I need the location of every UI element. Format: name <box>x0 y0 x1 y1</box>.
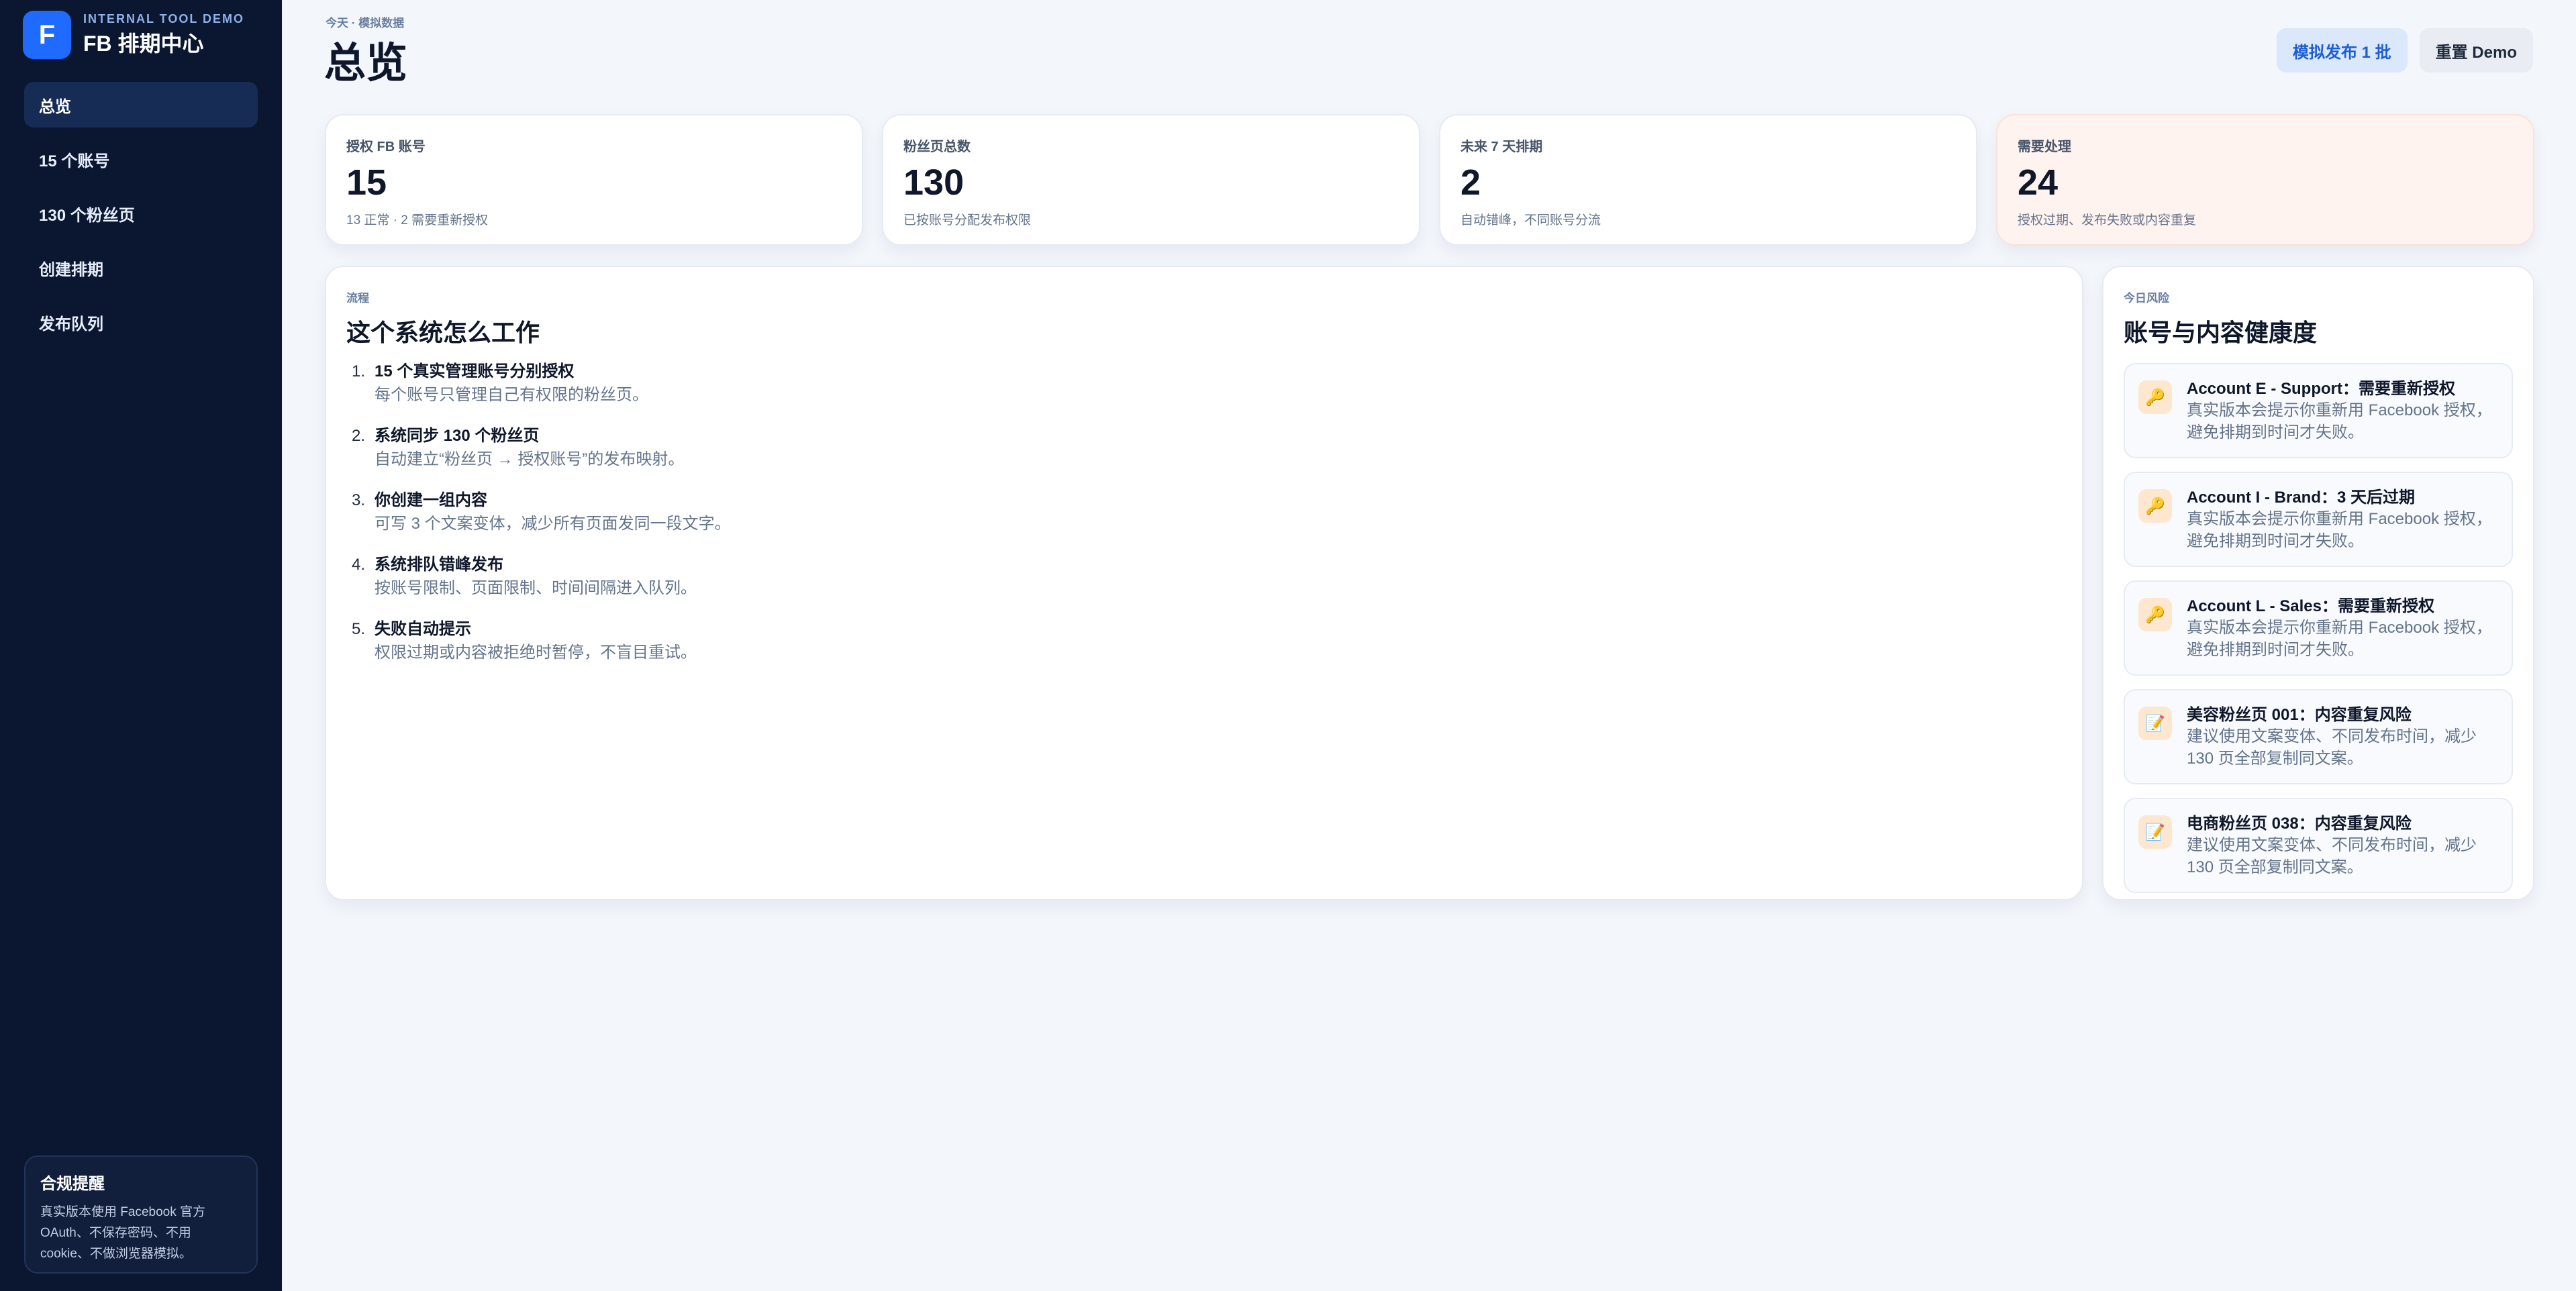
process-step: 4. 系统排队错峰发布 按账号限制、页面限制、时间间隔进入队列。 <box>346 554 2062 601</box>
risk-title: 美容粉丝页 001：内容重复风险 <box>2187 706 2412 724</box>
step-number: 1. <box>352 362 366 380</box>
step-number: 2. <box>352 427 366 445</box>
risk-title: Account E - Support：需要重新授权 <box>2187 380 2455 398</box>
sidebar: F INTERNAL TOOL DEMO FB 排期中心 总览 15 个账号 1… <box>0 0 282 1291</box>
step-number: 4. <box>352 556 366 574</box>
compliance-notice: 合规提醒 真实版本使用 Facebook 官方 OAuth、不保存密码、不用 c… <box>24 1155 258 1274</box>
step-title: 系统排队错峰发布 <box>375 556 503 574</box>
breadcrumb: 今天 · 模拟数据 <box>326 17 405 30</box>
risk-description: 建议使用文案变体、不同发布时间，减少 130 页全部复制同文案。 <box>2187 836 2477 876</box>
process-steps: 1. 15 个真实管理账号分别授权 每个账号只管理自己有权限的粉丝页。 2. 系… <box>346 360 2062 665</box>
memo-icon: 📝 <box>2138 815 2172 849</box>
stat-label: 粉丝页总数 <box>903 140 971 154</box>
header-actions: 模拟发布 1 批 重置 Demo <box>2276 28 2533 72</box>
risk-item[interactable]: 🔑 Account I - Brand：3 天后过期 真实版本会提示你重新用 F… <box>2124 472 2513 567</box>
stats-row: 授权 FB 账号 15 13 正常 · 2 需要重新授权 粉丝页总数 130 已… <box>325 114 2534 246</box>
brand: F INTERNAL TOOL DEMO FB 排期中心 <box>23 11 244 59</box>
risk-description: 真实版本会提示你重新用 Facebook 授权，避免排期到时间才失败。 <box>2187 510 2492 550</box>
stat-note: 13 正常 · 2 需要重新授权 <box>346 213 489 227</box>
stat-value: 130 <box>903 162 964 203</box>
risk-description: 真实版本会提示你重新用 Facebook 授权，避免排期到时间才失败。 <box>2187 619 2492 659</box>
memo-icon: 📝 <box>2138 707 2172 740</box>
stat-label: 授权 FB 账号 <box>346 140 426 154</box>
sidebar-nav: 总览 15 个账号 130 个粉丝页 创建排期 发布队列 <box>24 82 258 354</box>
stat-card-schedule: 未来 7 天排期 2 自动错峰，不同账号分流 <box>1439 114 1977 246</box>
brand-logo: F <box>23 11 71 59</box>
stat-card-needs-attention: 需要处理 24 授权过期、发布失败或内容重复 <box>1996 114 2534 246</box>
risk-item[interactable]: 📝 电商粉丝页 038：内容重复风险 建议使用文案变体、不同发布时间，减少 13… <box>2124 798 2513 893</box>
key-icon: 🔑 <box>2138 598 2172 631</box>
sidebar-item-overview[interactable]: 总览 <box>24 82 258 127</box>
risk-title: Account I - Brand：3 天后过期 <box>2187 488 2416 507</box>
key-icon: 🔑 <box>2138 489 2172 523</box>
process-step: 1. 15 个真实管理账号分别授权 每个账号只管理自己有权限的粉丝页。 <box>346 360 2062 407</box>
stat-label: 未来 7 天排期 <box>1460 140 1543 154</box>
process-panel: 流程 这个系统怎么工作 1. 15 个真实管理账号分别授权 每个账号只管理自己有… <box>325 266 2083 900</box>
health-panel: 今日风险 账号与内容健康度 🔑 Account E - Support：需要重新… <box>2102 266 2534 900</box>
risk-title: Account L - Sales：需要重新授权 <box>2187 597 2434 615</box>
risk-list: 🔑 Account E - Support：需要重新授权 真实版本会提示你重新用… <box>2124 363 2513 893</box>
sidebar-item-publish-queue[interactable]: 发布队列 <box>24 299 258 345</box>
stat-note: 已按账号分配发布权限 <box>903 213 1032 227</box>
reset-demo-button[interactable]: 重置 Demo <box>2419 28 2533 72</box>
risk-item[interactable]: 📝 美容粉丝页 001：内容重复风险 建议使用文案变体、不同发布时间，减少 13… <box>2124 689 2513 784</box>
page-title: 总览 <box>324 40 408 87</box>
stat-card-accounts: 授权 FB 账号 15 13 正常 · 2 需要重新授权 <box>325 114 863 246</box>
risk-description: 建议使用文案变体、不同发布时间，减少 130 页全部复制同文案。 <box>2187 727 2477 768</box>
step-number: 5. <box>352 620 366 638</box>
health-title: 账号与内容健康度 <box>2124 319 2318 346</box>
stat-note: 授权过期、发布失败或内容重复 <box>2018 213 2197 227</box>
sidebar-item-create-schedule[interactable]: 创建排期 <box>24 245 258 291</box>
risk-description: 真实版本会提示你重新用 Facebook 授权，避免排期到时间才失败。 <box>2187 401 2492 442</box>
compliance-title: 合规提醒 <box>40 1175 105 1193</box>
simulate-publish-button[interactable]: 模拟发布 1 批 <box>2276 28 2408 72</box>
step-description: 按账号限制、页面限制、时间间隔进入队列。 <box>375 579 697 597</box>
step-number: 3. <box>352 491 366 509</box>
brand-title: FB 排期中心 <box>83 32 204 56</box>
process-step: 5. 失败自动提示 权限过期或内容被拒绝时暂停，不盲目重试。 <box>346 618 2062 665</box>
risk-title: 电商粉丝页 038：内容重复风险 <box>2187 815 2412 833</box>
process-step: 3. 你创建一组内容 可写 3 个文案变体，减少所有页面发同一段文字。 <box>346 489 2062 536</box>
step-description: 自动建立“粉丝页 → 授权账号”的发布映射。 <box>375 450 685 468</box>
process-title: 这个系统怎么工作 <box>346 319 540 346</box>
brand-text: INTERNAL TOOL DEMO FB 排期中心 <box>83 11 244 58</box>
stat-value: 15 <box>346 162 387 203</box>
key-icon: 🔑 <box>2138 380 2172 414</box>
stat-value: 2 <box>1460 162 1481 203</box>
step-description: 可写 3 个文案变体，减少所有页面发同一段文字。 <box>375 515 731 533</box>
step-title: 15 个真实管理账号分别授权 <box>375 362 575 380</box>
health-kicker: 今日风险 <box>2124 292 2169 305</box>
risk-item[interactable]: 🔑 Account E - Support：需要重新授权 真实版本会提示你重新用… <box>2124 363 2513 458</box>
process-kicker: 流程 <box>346 292 369 305</box>
stat-value: 24 <box>2018 162 2059 203</box>
step-description: 每个账号只管理自己有权限的粉丝页。 <box>375 386 648 404</box>
sidebar-item-accounts[interactable]: 15 个账号 <box>24 136 258 182</box>
risk-item[interactable]: 🔑 Account L - Sales：需要重新授权 真实版本会提示你重新用 F… <box>2124 580 2513 676</box>
brand-subtitle: INTERNAL TOOL DEMO <box>83 12 245 25</box>
process-step: 2. 系统同步 130 个粉丝页 自动建立“粉丝页 → 授权账号”的发布映射。 <box>346 425 2062 472</box>
sidebar-item-pages[interactable]: 130 个粉丝页 <box>24 191 258 236</box>
compliance-text: 真实版本使用 Facebook 官方 OAuth、不保存密码、不用 cookie… <box>40 1205 205 1261</box>
step-description: 权限过期或内容被拒绝时暂停，不盲目重试。 <box>375 643 697 662</box>
step-title: 失败自动提示 <box>375 620 471 638</box>
step-title: 系统同步 130 个粉丝页 <box>375 427 540 445</box>
stat-card-pages: 粉丝页总数 130 已按账号分配发布权限 <box>882 114 1420 246</box>
stat-label: 需要处理 <box>2018 140 2071 154</box>
stat-note: 自动错峰，不同账号分流 <box>1460 213 1601 227</box>
step-title: 你创建一组内容 <box>375 491 487 509</box>
